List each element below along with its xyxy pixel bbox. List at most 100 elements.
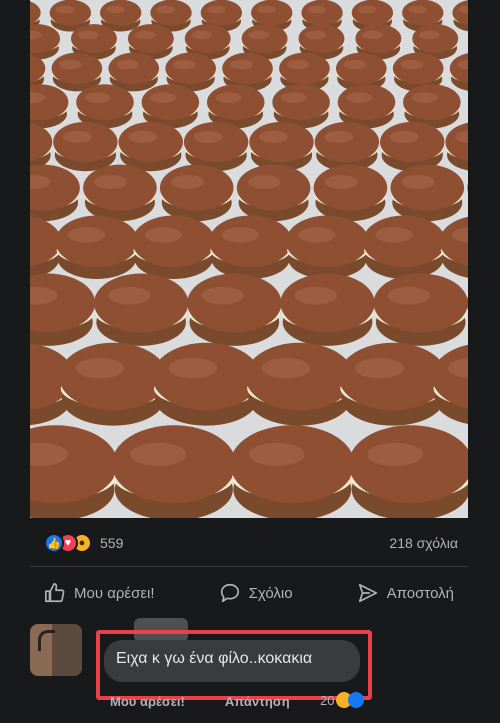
post-photo[interactable] (30, 0, 468, 518)
avatar[interactable] (30, 624, 82, 676)
comment-count[interactable]: 218 σχόλια (389, 535, 458, 551)
cake-highlight (168, 358, 218, 379)
reaction-count: 559 (100, 535, 124, 551)
cake-highlight (206, 5, 226, 14)
cake-glaze (118, 121, 183, 163)
cake-highlight (307, 5, 327, 14)
cake-highlight (130, 442, 187, 467)
send-icon (358, 583, 377, 603)
reaction-summary[interactable]: 👍 ♥ ● 559 (44, 533, 123, 553)
cake-highlight (387, 286, 431, 305)
cake-highlight (134, 30, 156, 40)
divider (30, 566, 468, 567)
cake-highlight (411, 92, 438, 104)
cake-glaze (337, 84, 396, 121)
cake-glaze (373, 273, 468, 333)
cake-glaze (152, 342, 261, 411)
share-button[interactable]: Αποστολή (343, 576, 468, 610)
cake-glaze (351, 0, 394, 26)
cake-highlight (280, 92, 307, 104)
cake-highlight (84, 92, 111, 104)
comment-actions: Μου αρέσει! Απάντηση (110, 694, 290, 709)
comment-icon (220, 583, 239, 603)
cake-glaze (285, 215, 369, 268)
cake-glaze (59, 342, 168, 411)
cake-glaze (165, 52, 216, 85)
cake-highlight (324, 175, 358, 189)
cakes-illustration (30, 0, 468, 518)
cake-glaze (76, 84, 134, 121)
cake-highlight (408, 5, 427, 14)
cake-glaze (49, 0, 92, 26)
cake-glaze (313, 164, 388, 211)
cake-highlight (362, 30, 383, 40)
like-button[interactable]: Μου αρέσει! (30, 576, 169, 610)
avatar-shade (52, 624, 82, 676)
cake-glaze (108, 52, 160, 85)
cake-highlight (144, 227, 182, 243)
cake-highlight (62, 130, 92, 143)
cake-highlight (248, 30, 270, 40)
comment-reply-link[interactable]: Απάντηση (225, 694, 290, 709)
cake-glaze (314, 121, 380, 163)
cake-highlight (221, 227, 259, 243)
cake-highlight (229, 59, 253, 70)
cake-glaze (355, 24, 402, 53)
cake-glaze (184, 24, 231, 53)
cake-highlight (375, 227, 413, 243)
cake-highlight (55, 5, 75, 14)
cake-highlight (343, 59, 367, 70)
cake-glaze (402, 0, 444, 26)
cake-highlight (67, 227, 106, 243)
cake-glaze (272, 84, 330, 121)
thumbs-up-icon (45, 583, 65, 603)
cake-glaze (141, 84, 200, 121)
cake-highlight (346, 92, 373, 104)
cake-highlight (150, 92, 177, 104)
comment-like-link[interactable]: Μου αρέσει! (110, 694, 185, 709)
cake-glaze (279, 52, 330, 85)
cake-glaze (159, 164, 234, 211)
cake-glaze (298, 24, 345, 53)
cake-glaze (206, 84, 265, 121)
cake-glaze (70, 24, 117, 53)
comment-reactions[interactable]: 20 (320, 692, 365, 708)
cake-highlight (106, 5, 125, 14)
cake-glaze (99, 0, 142, 26)
cake-glaze (241, 24, 288, 53)
cake-highlight (401, 175, 435, 189)
cake-highlight (77, 30, 99, 40)
cake-glaze (183, 121, 249, 163)
cake-highlight (286, 59, 310, 70)
highlight-box (96, 630, 372, 700)
cake-glaze (390, 164, 465, 211)
avatar-mark (38, 630, 55, 651)
comment-label: Σχόλιο (248, 584, 293, 602)
cake-highlight (59, 59, 82, 70)
cake-glaze (222, 52, 273, 85)
cake-highlight (172, 59, 196, 70)
cake-glaze (51, 52, 103, 85)
like-mini-icon (348, 692, 365, 708)
cake-highlight (116, 59, 139, 70)
cake-glaze (380, 121, 445, 163)
cake-highlight (298, 227, 336, 243)
cake-highlight (257, 5, 276, 14)
cake-glaze (236, 164, 311, 211)
cake-highlight (94, 175, 128, 189)
cake-glaze (362, 215, 446, 268)
cake-glaze (150, 0, 192, 26)
cake-glaze (209, 215, 292, 268)
cake-highlight (128, 130, 158, 143)
comment-button[interactable]: Σχόλιο (205, 576, 307, 610)
cake-highlight (261, 358, 311, 379)
cake-glaze (403, 84, 461, 121)
cake-glaze (93, 273, 189, 333)
left-margin (0, 0, 30, 518)
cake-highlight (248, 442, 305, 467)
cake-highlight (400, 59, 424, 70)
cake-glaze (338, 342, 447, 411)
cake-glaze (200, 0, 243, 26)
cake-highlight (324, 130, 354, 143)
cake-highlight (201, 286, 244, 305)
